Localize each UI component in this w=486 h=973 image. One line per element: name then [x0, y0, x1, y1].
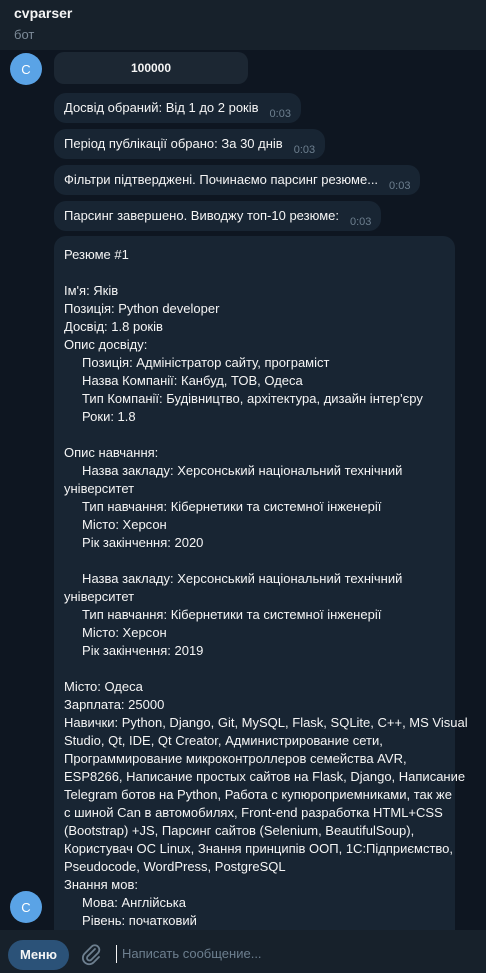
- resume-line: Рік закінчення: 2019: [64, 643, 204, 658]
- chat-title: cvparser: [14, 5, 73, 21]
- inline-keyboard-button[interactable]: 100000: [54, 52, 248, 84]
- resume-line: (Bootstrap) +JS, Парсинг сайтов (Seleniu…: [64, 823, 415, 838]
- bot-avatar[interactable]: С: [10, 891, 42, 923]
- resume-line: [64, 552, 445, 570]
- resume-line: університет: [64, 589, 135, 604]
- message-text: Парсинг завершено. Виводжу топ-10 резюме…: [64, 208, 339, 223]
- message-time: 0:03: [389, 180, 411, 192]
- resume-line: Місто: Одеса: [64, 679, 143, 694]
- resume-line: Тип навчання: Кібернетики та системної і…: [64, 607, 382, 622]
- resume-line: Роки: 1.8: [64, 409, 136, 424]
- resume-line: Рівень: початковий: [64, 913, 197, 928]
- message-input[interactable]: Написать сообщение...: [122, 945, 262, 963]
- resume-line: Досвід: 1.8 років: [64, 319, 163, 334]
- text-cursor: [116, 945, 117, 963]
- resume-line: Рік закінчення: 2020: [64, 535, 204, 550]
- resume-line: ESP8266, Написание простых сайтов на Fla…: [64, 769, 466, 784]
- resume-line: с шиной Can в автомобилях, Front-end раз…: [64, 805, 443, 820]
- resume-line: Назва закладу: Херсонський національний …: [64, 571, 403, 586]
- resume-line: Telegram ботов на Python, Работа с купюр…: [64, 787, 452, 802]
- chat-subtitle: бот: [14, 27, 35, 42]
- resume-line: [64, 660, 445, 678]
- message-list[interactable]: С 100000 Досвід обраний: Від 1 до 2 рокі…: [0, 50, 486, 930]
- attach-paperclip-icon[interactable]: [80, 942, 102, 966]
- message-text: Фільтри підтверджені. Починаємо парсинг …: [64, 172, 379, 187]
- message-text: Досвід обраний: Від 1 до 2 років: [64, 100, 259, 115]
- message-text: Період публікації обрано: За 30 днів: [64, 136, 283, 151]
- resume-line: Опис навчання:: [64, 445, 159, 460]
- resume-line: Навички: Python, Django, Git, MySQL, Fla…: [64, 715, 468, 730]
- resume-line: [64, 264, 445, 282]
- resume-line: Тип навчання: Кібернетики та системної і…: [64, 499, 382, 514]
- resume-line: Программирование микроконтроллеров семей…: [64, 751, 407, 766]
- resume-message: Резюме #1 Ім'я: Яків Позиція: Python dev…: [54, 236, 468, 930]
- resume-line: Користувач ОС Linux, Знання принципів ОО…: [64, 841, 454, 856]
- resume-line: Позиція: Python developer: [64, 301, 220, 316]
- resume-line: Назва Компанії: Канбуд, ТОВ, Одеса: [64, 373, 303, 388]
- resume-line: Тип Компанії: Будівництво, архітектура, …: [64, 391, 423, 406]
- resume-line: університет: [64, 481, 135, 496]
- resume-line: Зарплата: 25000: [64, 697, 165, 712]
- resume-line: Місто: Херсон: [64, 625, 167, 640]
- resume-line: Резюме #1: [64, 247, 129, 262]
- resume-line: Назва закладу: Херсонський національний …: [64, 463, 403, 478]
- message-bubble: Парсинг завершено. Виводжу топ-10 резюме…: [54, 201, 382, 231]
- message-time: 0:03: [293, 144, 316, 156]
- chat-header[interactable]: cvparser бот: [0, 0, 486, 50]
- resume-line: Опис досвіду:: [64, 337, 148, 352]
- resume-line: Знання мов:: [64, 877, 138, 892]
- resume-line: [64, 426, 445, 444]
- resume-line: Мова: Англійська: [64, 895, 186, 910]
- resume-line: Ім'я: Яків: [64, 283, 119, 298]
- bot-avatar[interactable]: С: [10, 53, 42, 85]
- menu-button[interactable]: Меню: [8, 940, 69, 970]
- resume-line: Місто: Херсон: [64, 517, 167, 532]
- message-bubble: Період публікації обрано: За 30 днів 0:03: [54, 129, 326, 159]
- message-time: 0:03: [349, 216, 372, 228]
- resume-line: Позиція: Адміністратор сайту, програміст: [64, 355, 330, 370]
- resume-line: Pseudocode, WordPress, PostgreSQL: [64, 859, 286, 874]
- message-time: 0:03: [269, 108, 291, 120]
- message-bubble: Фільтри підтверджені. Починаємо парсинг …: [54, 165, 421, 195]
- resume-line: Studio, Qt, IDE, Qt Creator, Администрир…: [64, 733, 383, 748]
- message-bubble: Досвід обраний: Від 1 до 2 років 0:03: [54, 93, 301, 123]
